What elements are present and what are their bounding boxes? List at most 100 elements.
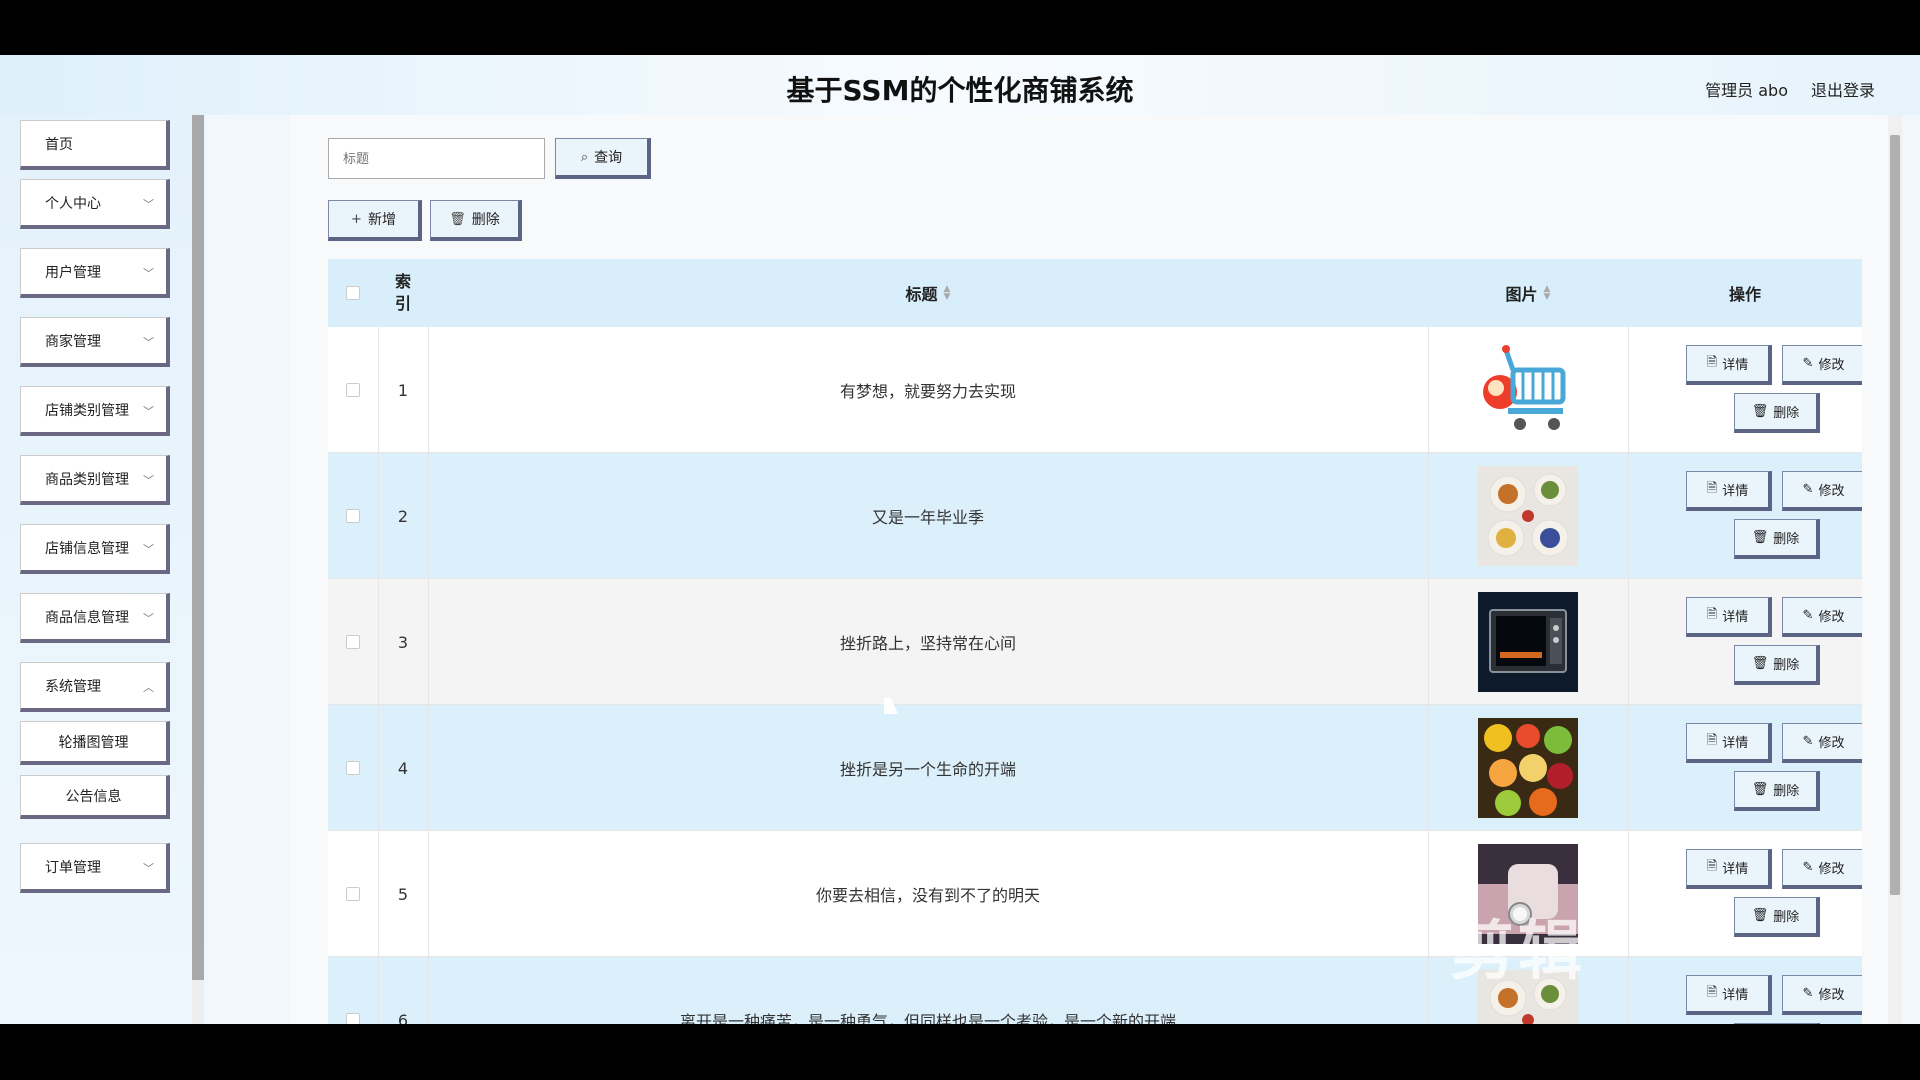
sidebar-item-label: 首页 <box>45 136 73 153</box>
edit-button[interactable]: ✎ 修改 <box>1782 345 1862 385</box>
plus-icon: + <box>351 211 362 227</box>
column-header-title[interactable]: 标题 ▲ ▼ <box>428 259 1428 327</box>
detail-button[interactable]: 🗎︎ 详情 <box>1686 471 1772 511</box>
batch-delete-button[interactable]: 🗑︎ 删除 <box>430 200 522 241</box>
scrollbar-thumb[interactable] <box>192 115 204 980</box>
edit-button[interactable]: ✎ 修改 <box>1782 471 1862 511</box>
edit-button[interactable]: ✎ 修改 <box>1782 849 1862 889</box>
add-button-label: 新增 <box>367 212 396 228</box>
row-title: 有梦想，就要努力去实现 <box>839 382 1016 401</box>
main-content: ⌕ 查询 + 新增 🗑︎ 删除 索引 标题 ▲▼ 图片 ▲▼ 操作 1 有梦想，就要努力去实… <box>290 115 1902 1024</box>
sidebar-item-label: 个人中心 <box>45 195 101 212</box>
detail-button[interactable]: 🗎︎ 详情 <box>1686 975 1772 1015</box>
search-button-label: 查询 <box>594 150 623 166</box>
sidebar-item-orders[interactable]: 订单管理 ﹀ <box>20 843 170 893</box>
sidebar: 首页 个人中心 ﹀ 用户管理 ﹀ 商家管理 ﹀ 店铺类别管理 ﹀ 商品类别管理 ﹀ 店铺信… <box>0 115 205 1024</box>
row-select-cell <box>328 957 378 1024</box>
sidebar-item-shop-categories[interactable]: 店铺类别管理 ﹀ <box>20 386 170 436</box>
sidebar-item-label: 店铺类别管理 <box>45 402 129 419</box>
top-letterbox <box>0 0 1920 55</box>
document-icon: 🗎︎ <box>1706 858 1718 874</box>
column-divider <box>1628 579 1629 705</box>
table-row: 6离开是一种痛苦，是一种勇气，但同样也是一个考验，是一个新的开端🗎︎详情✎修改🗑… <box>328 957 1862 1024</box>
row-delete-button[interactable]: 🗑︎ 删除 <box>1734 393 1820 433</box>
edit-button-label: 修改 <box>1818 484 1845 499</box>
chevron-down-icon: ﹀ <box>143 405 154 418</box>
row-checkbox[interactable] <box>346 509 360 523</box>
detail-button-label: 详情 <box>1722 862 1749 877</box>
trash-icon: 🗑︎ <box>1751 656 1769 671</box>
detail-button[interactable]: 🗎︎ 详情 <box>1686 849 1772 889</box>
row-checkbox[interactable] <box>346 761 360 775</box>
delete-button-label: 删除 <box>471 212 500 228</box>
sidebar-item-profile[interactable]: 个人中心 ﹀ <box>20 179 170 229</box>
logout-link[interactable]: 退出登录 <box>1811 77 1875 101</box>
row-delete-button[interactable]: 🗑︎ 删除 <box>1734 897 1820 937</box>
row-checkbox[interactable] <box>346 635 360 649</box>
delete-button-label: 删除 <box>1773 658 1800 673</box>
add-button[interactable]: + 新增 <box>328 200 422 241</box>
trash-icon: 🗑︎ <box>1751 908 1769 923</box>
sidebar-subitem-notices[interactable]: 公告信息 <box>20 775 170 819</box>
row-checkbox[interactable] <box>346 1013 360 1024</box>
sidebar-scrollbar[interactable] <box>192 115 204 1024</box>
chevron-down-icon: ﹀ <box>143 543 154 556</box>
pencil-icon: ✎ <box>1802 608 1814 623</box>
table-header: 索引 标题 ▲ ▼ 图片 ▲ ▼ 操作 <box>328 259 1862 327</box>
row-checkbox[interactable] <box>346 383 360 397</box>
search-input[interactable] <box>328 138 545 179</box>
sidebar-item-merchants[interactable]: 商家管理 ﹀ <box>20 317 170 367</box>
search-icon: ⌕ <box>580 149 589 165</box>
detail-button[interactable]: 🗎︎ 详情 <box>1686 723 1772 763</box>
row-index: 3 <box>397 632 409 652</box>
edit-button[interactable]: ✎ 修改 <box>1782 597 1862 637</box>
scrollbar-thumb[interactable] <box>1890 135 1900 895</box>
search-button[interactable]: ⌕ 查询 <box>555 138 651 179</box>
row-index: 6 <box>397 1010 409 1025</box>
pencil-icon: ✎ <box>1802 482 1814 497</box>
row-checkbox[interactable] <box>346 887 360 901</box>
sort-icon[interactable]: ▲ ▼ <box>944 285 951 302</box>
row-delete-button[interactable]: 🗑︎ 删除 <box>1734 645 1820 685</box>
chevron-up-icon: ︿ <box>143 681 154 694</box>
sidebar-item-home[interactable]: 首页 <box>20 120 170 170</box>
select-all-cell <box>328 259 378 327</box>
row-delete-button[interactable]: 🗑︎ 删除 <box>1734 771 1820 811</box>
row-select-cell <box>328 831 378 957</box>
sidebar-item-system[interactable]: 系统管理 ︿ <box>20 662 170 712</box>
detail-button-label: 详情 <box>1722 610 1749 625</box>
detail-button[interactable]: 🗎︎ 详情 <box>1686 597 1772 637</box>
row-title: 又是一年毕业季 <box>871 508 984 527</box>
row-select-cell <box>328 453 378 579</box>
sidebar-item-product-categories[interactable]: 商品类别管理 ﹀ <box>20 455 170 505</box>
detail-button-label: 详情 <box>1722 988 1749 1003</box>
row-select-cell <box>328 579 378 705</box>
column-divider <box>1628 705 1629 831</box>
select-all-checkbox[interactable] <box>346 286 360 300</box>
sidebar-item-users[interactable]: 用户管理 ﹀ <box>20 248 170 298</box>
chevron-down-icon: ﹀ <box>143 267 154 280</box>
pencil-icon: ✎ <box>1802 356 1814 371</box>
column-header-image[interactable]: 图片 ▲ ▼ <box>1428 259 1628 327</box>
edit-button[interactable]: ✎ 修改 <box>1782 975 1862 1015</box>
sort-icon[interactable]: ▲ ▼ <box>1544 285 1551 302</box>
detail-button[interactable]: 🗎︎ 详情 <box>1686 345 1772 385</box>
row-index: 2 <box>397 506 409 526</box>
sidebar-item-product-info[interactable]: 商品信息管理 ﹀ <box>20 593 170 643</box>
sidebar-item-label: 用户管理 <box>45 264 101 281</box>
sidebar-subitem-carousel[interactable]: 轮播图管理 <box>20 721 170 765</box>
row-delete-button[interactable]: 🗑︎ 删除 <box>1734 519 1820 559</box>
sidebar-item-shop-info[interactable]: 店铺信息管理 ﹀ <box>20 524 170 574</box>
main-scrollbar[interactable] <box>1888 115 1902 1024</box>
sidebar-item-label: 订单管理 <box>45 859 101 876</box>
detail-button-label: 详情 <box>1722 736 1749 751</box>
data-table: 索引 标题 ▲ ▼ 图片 ▲ ▼ 操作 1 有梦想，就要努力去实现 🗎︎ 详情 ✎ 修改 🗑︎ 删除 2… <box>328 259 1862 1024</box>
edit-button-label: 修改 <box>1818 736 1845 751</box>
edit-button[interactable]: ✎ 修改 <box>1782 723 1862 763</box>
delete-button-label: 删除 <box>1773 406 1800 421</box>
edit-button-label: 修改 <box>1818 988 1845 1003</box>
detail-button-label: 详情 <box>1722 484 1749 499</box>
delete-button-label: 删除 <box>1773 784 1800 799</box>
sidebar-item-label: 公告信息 <box>65 788 122 805</box>
watermark: 剪辑 <box>1450 915 1586 989</box>
